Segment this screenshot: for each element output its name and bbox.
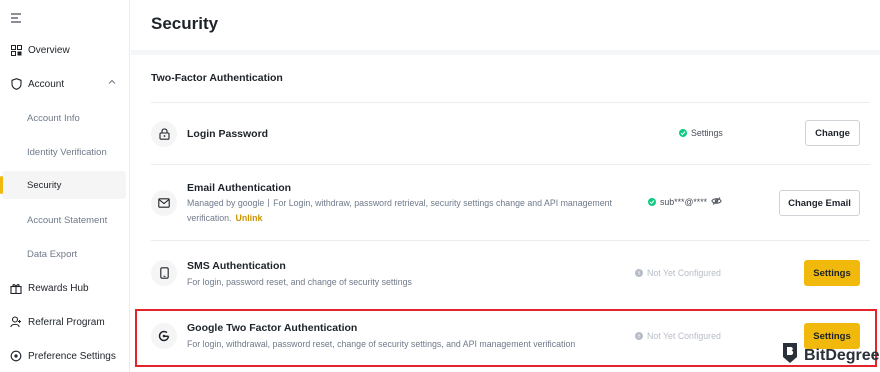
lock-icon [151, 121, 177, 147]
email-desc-line2: verification. Unlink [187, 211, 647, 226]
sidebar-subitem-label: Data Export [27, 248, 78, 260]
email-desc-verification: verification. [187, 213, 232, 223]
sms-authentication-row: SMS Authentication For login, password r… [151, 240, 870, 306]
sms-settings-button[interactable]: Settings [804, 260, 860, 286]
check-circle-icon [679, 129, 687, 137]
sidebar-item-preference-settings[interactable]: Preference Settings [0, 341, 130, 371]
chevron-up-icon [108, 78, 116, 86]
sidebar-subitem-account-statement[interactable]: Account Statement [0, 206, 130, 234]
header-divider [131, 50, 880, 55]
sidebar-subitem-label: Security [27, 179, 62, 191]
masked-email: sub***@**** [660, 197, 708, 207]
user-plus-icon [10, 316, 22, 328]
section-title: Two-Factor Authentication [151, 72, 283, 84]
sidebar-subitem-label: Account Info [27, 112, 80, 124]
status-text: Settings [691, 128, 723, 138]
change-password-button[interactable]: Change [805, 120, 860, 146]
menu-toggle-icon[interactable] [10, 12, 24, 26]
sidebar-item-label: Preference Settings [28, 350, 116, 362]
eye-off-icon[interactable] [711, 197, 722, 207]
sidebar: Overview Account Account Info Identity V… [0, 0, 130, 372]
sidebar-subitem-account-info[interactable]: Account Info [0, 104, 130, 132]
grid-icon [10, 44, 22, 56]
sms-status: Not Yet Configured [635, 268, 721, 278]
mail-icon [151, 190, 177, 216]
sidebar-item-account[interactable]: Account [0, 69, 130, 99]
sidebar-item-referral-program[interactable]: Referral Program [0, 307, 130, 337]
settings-icon [10, 350, 22, 362]
sms-authentication-title: SMS Authentication [187, 260, 286, 272]
sidebar-subitem-data-export[interactable]: Data Export [0, 240, 130, 268]
bitdegree-watermark: BitDegree [780, 342, 880, 369]
unlink-link[interactable]: Unlink [236, 213, 263, 223]
info-icon [635, 269, 643, 277]
status-text: Not Yet Configured [647, 268, 721, 278]
login-password-status: Settings [679, 128, 723, 138]
sidebar-subitem-identity-verification[interactable]: Identity Verification [0, 138, 130, 166]
sidebar-item-label: Rewards Hub [28, 282, 89, 294]
shield-icon [10, 78, 22, 90]
highlight-box [135, 309, 877, 367]
email-authentication-title: Email Authentication [187, 182, 292, 194]
sidebar-item-label: Account [28, 78, 65, 90]
sidebar-subitem-label: Account Statement [27, 214, 108, 226]
email-desc-line1: Managed by google丨For Login, withdraw, p… [187, 198, 612, 208]
page-header: Security [131, 0, 880, 50]
gift-icon [10, 282, 22, 294]
email-authentication-description: Managed by google丨For Login, withdraw, p… [187, 196, 647, 226]
check-circle-icon [648, 198, 656, 206]
login-password-title: Login Password [187, 128, 269, 140]
sidebar-subitem-security[interactable]: Security [0, 171, 126, 199]
bitdegree-text: BitDegree [804, 346, 880, 364]
bitdegree-logo-icon [780, 342, 800, 369]
sidebar-item-label: Overview [28, 44, 70, 56]
email-authentication-row: Email Authentication Managed by google丨F… [151, 164, 870, 240]
page-title: Security [151, 14, 219, 33]
sidebar-item-overview[interactable]: Overview [0, 35, 130, 65]
change-email-button[interactable]: Change Email [779, 190, 860, 216]
sms-authentication-description: For login, password reset, and change of… [187, 277, 412, 287]
sidebar-item-rewards-hub[interactable]: Rewards Hub [0, 273, 130, 303]
sidebar-item-label: Referral Program [28, 316, 105, 328]
login-password-row: Login Password Settings Change [151, 102, 870, 164]
phone-icon [151, 260, 177, 286]
sidebar-subitem-label: Identity Verification [27, 146, 107, 158]
email-status: sub***@**** [648, 197, 722, 207]
